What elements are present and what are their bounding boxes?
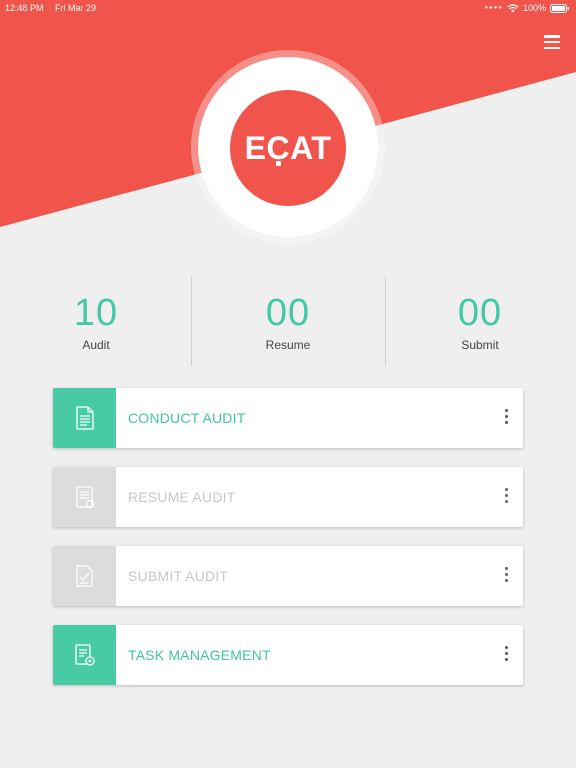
stat-value-submit: 00 <box>457 292 503 334</box>
submit-document-icon <box>75 565 93 587</box>
app-logo: ECAT <box>230 90 346 206</box>
task-management-icon <box>74 644 95 666</box>
resume-document-icon <box>75 486 94 509</box>
battery-icon <box>550 3 569 13</box>
audit-document-icon <box>75 406 94 430</box>
signal-dots-icon: ●●●● <box>484 5 503 11</box>
stat-value-resume: 00 <box>265 292 311 334</box>
stat-label-audit: Audit <box>82 338 110 352</box>
stat-label-resume: Resume <box>265 338 311 352</box>
logo-text: ECAT <box>244 129 332 166</box>
more-options-icon[interactable] <box>503 567 509 585</box>
resume-audit-icon-box <box>53 467 116 527</box>
submit-audit-button[interactable]: SUBMIT AUDIT <box>53 546 523 606</box>
task-management-label: TASK MANAGEMENT <box>128 647 271 663</box>
battery-percent: 100% <box>522 3 546 13</box>
status-time: 12:48 PM <box>5 3 44 13</box>
stat-value-audit: 10 <box>73 292 119 334</box>
stat-label-submit: Submit <box>461 338 499 352</box>
conduct-audit-icon-box <box>53 388 116 448</box>
hamburger-menu-icon[interactable] <box>544 35 560 50</box>
stat-submit[interactable]: 00 Submit <box>384 276 576 366</box>
stats-summary: 10 Audit 00 Resume 00 Submit <box>0 276 576 366</box>
wifi-icon <box>507 3 519 12</box>
submit-audit-label: SUBMIT AUDIT <box>128 568 229 584</box>
status-date: Fri Mar 29 <box>55 3 97 13</box>
resume-audit-button[interactable]: RESUME AUDIT <box>53 467 523 527</box>
conduct-audit-label: CONDUCT AUDIT <box>128 410 246 426</box>
submit-audit-icon-box <box>53 546 116 606</box>
task-management-button[interactable]: TASK MANAGEMENT <box>53 625 523 685</box>
stat-resume[interactable]: 00 Resume <box>192 276 384 366</box>
more-options-icon[interactable] <box>503 646 509 664</box>
more-options-icon[interactable] <box>503 488 509 506</box>
status-bar: 12:48 PM Fri Mar 29 ●●●● 100% <box>0 0 576 16</box>
conduct-audit-button[interactable]: CONDUCT AUDIT <box>53 388 523 448</box>
logo-cedilla-mark <box>275 160 281 166</box>
more-options-icon[interactable] <box>503 409 509 427</box>
task-management-icon-box <box>53 625 116 685</box>
resume-audit-label: RESUME AUDIT <box>128 489 236 505</box>
stat-audit[interactable]: 10 Audit <box>0 276 192 366</box>
